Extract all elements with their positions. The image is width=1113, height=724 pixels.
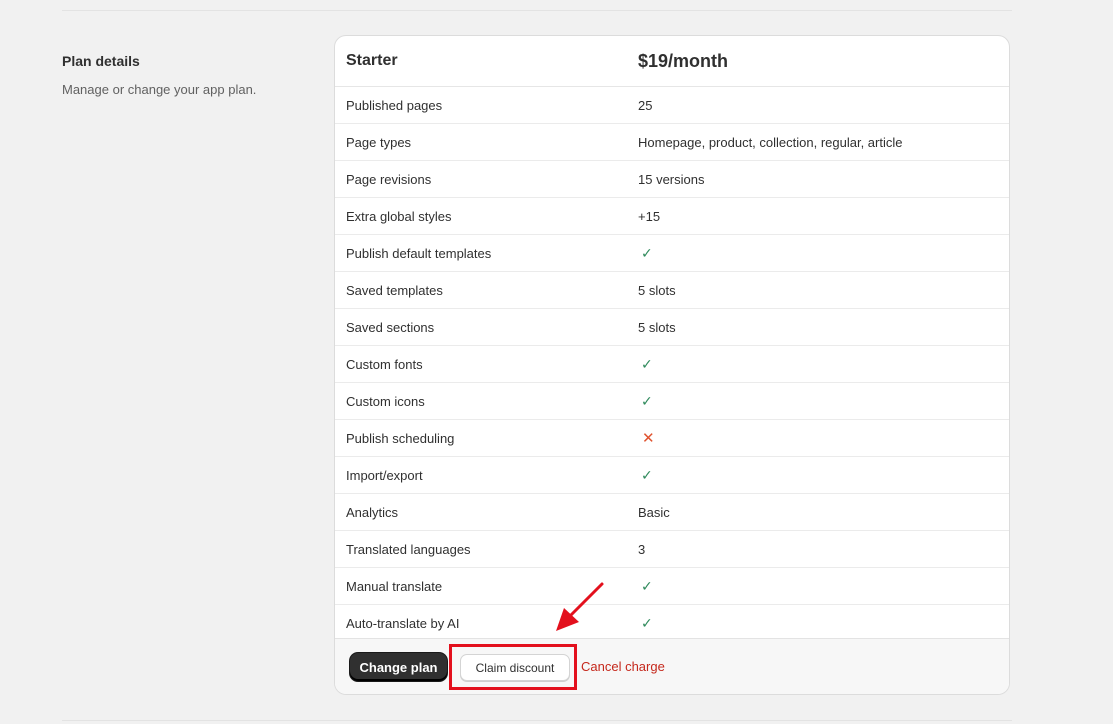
feature-value: Homepage, product, collection, regular, … — [638, 134, 903, 150]
plan-name: Starter — [346, 52, 398, 69]
plan-settings-page: Plan details Manage or change your app p… — [0, 0, 1113, 724]
check-icon: ✓ — [641, 355, 653, 372]
feature-label: Analytics — [346, 504, 399, 520]
feature-list: Published pages 25 Page types Homepage, … — [335, 87, 1009, 641]
feature-value: +15 — [638, 208, 661, 224]
feature-label: Page revisions — [346, 171, 432, 187]
plan-header: Starter $19/month — [335, 36, 1009, 87]
change-plan-button[interactable]: Change plan — [350, 653, 447, 681]
feature-row: Analytics Basic — [335, 494, 1009, 531]
feature-label: Custom icons — [346, 393, 425, 409]
feature-value: 5 slots — [638, 282, 676, 298]
feature-label: Publish scheduling — [346, 430, 455, 446]
feature-value: 5 slots — [638, 319, 676, 335]
claim-discount-button[interactable]: Claim discount — [460, 654, 570, 681]
feature-label: Import/export — [346, 467, 423, 483]
feature-label: Saved templates — [346, 282, 443, 298]
feature-row: Custom fonts ✓ — [335, 346, 1009, 383]
feature-row: Custom icons ✓ — [335, 383, 1009, 420]
feature-row: Published pages 25 — [335, 87, 1009, 124]
feature-row: Auto-translate by AI ✓ — [335, 605, 1009, 641]
check-icon: ✓ — [641, 577, 653, 594]
check-icon: ✓ — [641, 466, 653, 483]
feature-value: 3 — [638, 541, 646, 557]
feature-row: Translated languages 3 — [335, 531, 1009, 568]
feature-row: Manual translate ✓ — [335, 568, 1009, 605]
feature-label: Publish default templates — [346, 245, 492, 261]
check-icon: ✓ — [641, 392, 653, 409]
feature-label: Page types — [346, 134, 412, 150]
check-icon: ✓ — [641, 244, 653, 261]
feature-value: 25 — [638, 97, 653, 113]
cancel-charge-link[interactable]: Cancel charge — [581, 659, 665, 674]
feature-label: Translated languages — [346, 541, 471, 557]
plan-card: Starter $19/month Published pages 25 Pag… — [334, 35, 1010, 695]
feature-label: Published pages — [346, 97, 443, 113]
bottom-divider — [62, 720, 1012, 721]
plan-price: $19/month — [638, 50, 729, 71]
feature-value: 15 versions — [638, 171, 705, 187]
top-divider — [62, 10, 1012, 11]
feature-label: Custom fonts — [346, 356, 423, 372]
feature-label: Extra global styles — [346, 208, 452, 224]
feature-row: Saved templates 5 slots — [335, 272, 1009, 309]
feature-row: Page types Homepage, product, collection… — [335, 124, 1009, 161]
feature-row: Extra global styles +15 — [335, 198, 1009, 235]
feature-row: Publish default templates ✓ — [335, 235, 1009, 272]
check-icon: ✓ — [641, 614, 653, 631]
feature-label: Auto-translate by AI — [346, 615, 460, 631]
feature-row: Publish scheduling ✕ — [335, 420, 1009, 457]
feature-row: Import/export ✓ — [335, 457, 1009, 494]
cross-icon: ✕ — [642, 430, 655, 447]
plan-actions: Change plan Claim discount Cancel charge — [335, 638, 1009, 694]
feature-row: Page revisions 15 versions — [335, 161, 1009, 198]
feature-label: Manual translate — [346, 578, 443, 594]
section-description: Manage or change your app plan. — [62, 82, 257, 97]
section-intro: Plan details Manage or change your app p… — [62, 52, 312, 99]
section-title: Plan details — [62, 53, 140, 69]
feature-label: Saved sections — [346, 319, 435, 335]
feature-row: Saved sections 5 slots — [335, 309, 1009, 346]
feature-value: Basic — [638, 504, 670, 520]
